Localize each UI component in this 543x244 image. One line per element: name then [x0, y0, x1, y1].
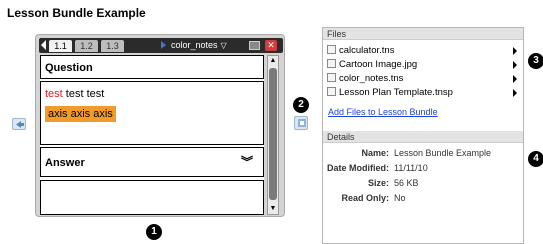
image-file-icon — [327, 59, 336, 68]
submenu-arrow-icon[interactable] — [513, 89, 517, 97]
file-row[interactable]: color_notes.tns — [327, 73, 521, 85]
tab-1-2[interactable]: 1.2 — [75, 40, 98, 52]
previous-page-icon[interactable] — [12, 118, 26, 130]
file-name: Lesson Plan Template.tnsp — [339, 87, 453, 98]
red-text: test — [45, 88, 63, 100]
answer-field[interactable] — [40, 180, 264, 215]
document-name-label: color_notes — [171, 40, 218, 50]
highlighted-text: axis axis axis — [45, 106, 116, 122]
detail-key: Name: — [361, 148, 389, 158]
scroll-down-icon[interactable]: ▼ — [269, 205, 277, 213]
detail-value: 56 KB — [394, 178, 419, 188]
callout-4: 4 — [528, 151, 543, 167]
next-tab-arrow-icon[interactable] — [161, 41, 166, 49]
scroll-up-icon[interactable]: ▲ — [269, 57, 277, 65]
tab-1-1[interactable]: 1.1 — [49, 40, 72, 52]
detail-row: Read Only: No — [323, 192, 523, 204]
question-header: Question — [40, 55, 264, 79]
tab-1-3[interactable]: 1.3 — [101, 40, 124, 52]
detail-key: Read Only: — [341, 193, 389, 203]
tns-file-icon — [327, 45, 336, 54]
callout-2: 2 — [293, 97, 309, 113]
dropdown-icon: ▽ — [220, 41, 227, 50]
file-name: Cartoon Image.jpg — [339, 59, 418, 70]
battery-icon — [249, 41, 260, 50]
plain-text: test test — [62, 88, 105, 100]
document-page: Question test test test axis axis axis A… — [40, 55, 264, 215]
answer-header[interactable]: Answer ︾ — [40, 147, 264, 177]
detail-key: Size: — [367, 178, 389, 188]
document-name[interactable]: color_notes ▽ — [171, 39, 227, 52]
handheld-preview: 1.1 1.2 1.3 color_notes ▽ ✕ Question test… — [35, 34, 285, 217]
tab-bar: 1.1 1.2 1.3 color_notes ▽ ✕ — [39, 38, 283, 53]
bundle-panel: Files calculator.tns Cartoon Image.jpg col… — [322, 27, 524, 244]
detail-key: Date Modified: — [327, 163, 389, 173]
submenu-arrow-icon[interactable] — [513, 47, 517, 55]
callout-3: 3 — [528, 53, 543, 69]
files-header: Files — [323, 28, 523, 40]
answer-label: Answer — [45, 157, 85, 169]
file-row[interactable]: Lesson Plan Template.tnsp — [327, 87, 521, 99]
page-title: Lesson Bundle Example — [7, 6, 146, 20]
add-files-link[interactable]: Add Files to Lesson Bundle — [328, 107, 438, 117]
callout-1: 1 — [146, 224, 162, 240]
detail-value: Lesson Bundle Example — [394, 148, 492, 158]
submenu-arrow-icon[interactable] — [513, 61, 517, 69]
file-row[interactable]: Cartoon Image.jpg — [327, 59, 521, 71]
detail-row: Name: Lesson Bundle Example — [323, 147, 523, 159]
details-header: Details — [323, 131, 523, 143]
previous-tab-arrow-icon[interactable] — [41, 40, 46, 50]
detail-value: No — [394, 193, 406, 203]
tns-file-icon — [327, 73, 336, 82]
question-body[interactable]: test test test axis axis axis — [40, 81, 264, 145]
file-row[interactable]: calculator.tns — [327, 45, 521, 57]
expand-chevron-icon[interactable]: ︾ — [241, 153, 253, 170]
file-name: calculator.tns — [339, 45, 395, 56]
template-file-icon — [327, 87, 336, 96]
detail-row: Date Modified: 11/11/10 — [323, 162, 523, 174]
detail-value: 11/11/10 — [394, 163, 428, 173]
detail-row: Size: 56 KB — [323, 177, 523, 189]
file-name: color_notes.tns — [339, 73, 404, 84]
vertical-scrollbar[interactable]: ▲ ▼ — [267, 55, 279, 215]
send-to-device-icon[interactable] — [294, 116, 308, 130]
question-text: test test test — [45, 88, 263, 100]
submenu-arrow-icon[interactable] — [513, 75, 517, 83]
scroll-thumb[interactable] — [269, 68, 277, 200]
close-icon[interactable]: ✕ — [265, 40, 277, 51]
